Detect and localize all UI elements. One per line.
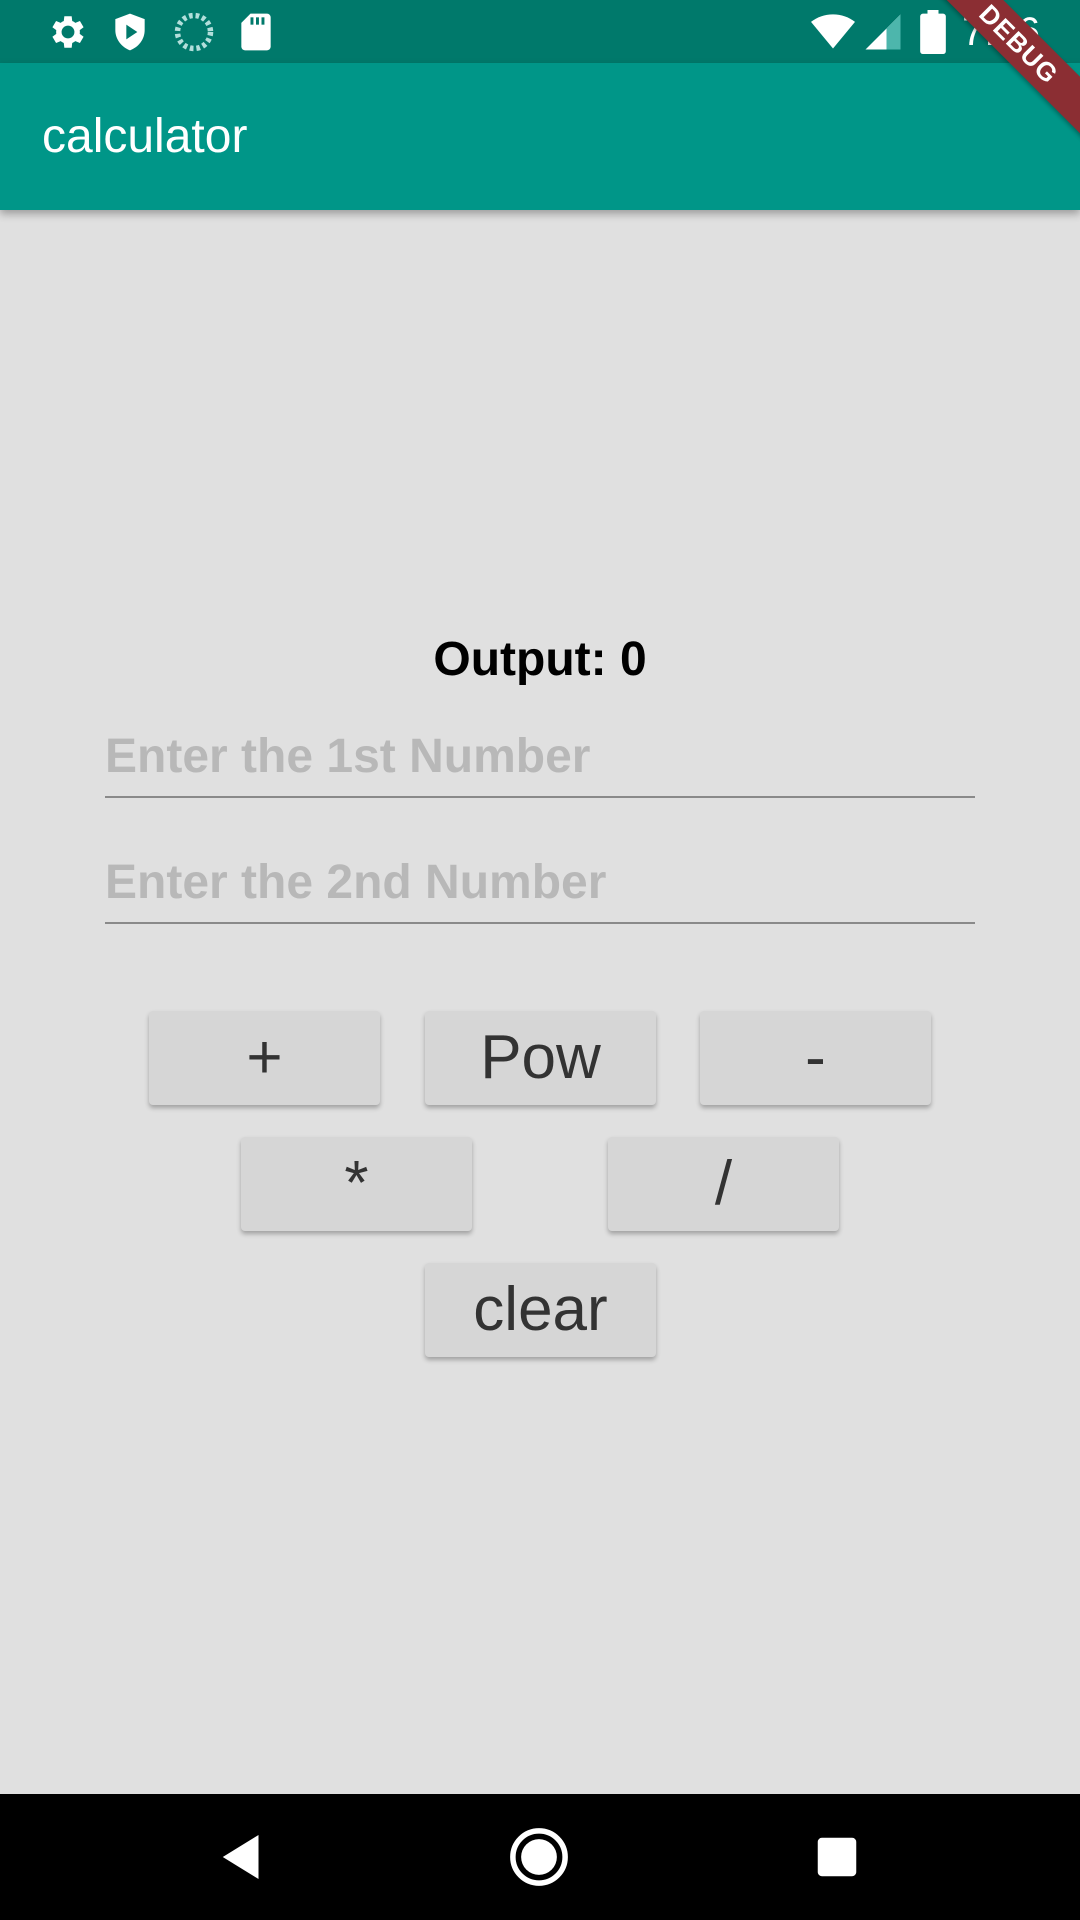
multiply-button[interactable]: * bbox=[241, 1137, 472, 1231]
wifi-icon bbox=[811, 14, 855, 49]
sd-card-icon bbox=[241, 13, 271, 51]
settings-icon bbox=[52, 16, 84, 48]
back-icon[interactable] bbox=[209, 1824, 275, 1890]
first-number-field bbox=[105, 716, 975, 798]
shield-icon bbox=[115, 13, 145, 51]
second-number-field bbox=[105, 842, 975, 924]
second-number-input[interactable] bbox=[105, 842, 975, 922]
status-bar: 7:26 bbox=[0, 0, 1080, 63]
clear-button[interactable]: clear bbox=[425, 1263, 656, 1357]
sync-icon bbox=[174, 12, 214, 52]
subtract-button[interactable]: - bbox=[700, 1011, 931, 1105]
navigation-bar bbox=[0, 1794, 1080, 1920]
output-label: Output: 0 bbox=[433, 633, 647, 686]
pow-button[interactable]: Pow bbox=[425, 1011, 656, 1105]
app-title: calculator bbox=[42, 110, 248, 163]
recents-icon[interactable] bbox=[804, 1824, 870, 1890]
divide-button[interactable]: / bbox=[608, 1137, 839, 1231]
add-button[interactable]: + bbox=[149, 1011, 380, 1105]
home-icon[interactable] bbox=[506, 1824, 572, 1890]
first-number-input[interactable] bbox=[105, 716, 975, 796]
signal-icon bbox=[865, 14, 901, 50]
battery-icon bbox=[920, 10, 946, 54]
app-bar: calculator bbox=[0, 63, 1080, 210]
